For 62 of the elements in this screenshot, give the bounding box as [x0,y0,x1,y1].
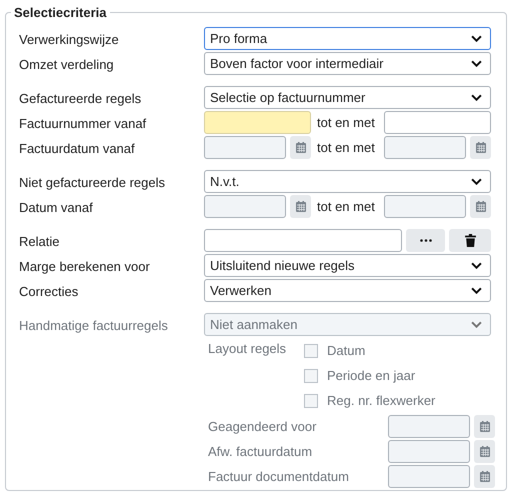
field-label: Marge berekenen voor [19,258,151,274]
field-label: Handmatige factuurregels [19,317,169,333]
panel-title: Selectiecriteria [13,5,108,20]
ellipsis-icon [420,239,432,242]
dropdown[interactable]: Pro forma [204,27,491,50]
field-label: Gefactureerde regels [19,90,142,106]
chevron-down-icon [471,35,482,42]
input-field[interactable] [204,111,311,134]
date-field[interactable] [384,136,466,159]
calendar-icon [296,201,306,212]
trash-icon [464,234,476,247]
field-label: Omzet verdeling [19,56,115,72]
dropdown[interactable]: Selectie op factuurnummer [204,86,491,109]
dropdown[interactable]: N.v.t. [204,170,491,193]
delete-button[interactable] [449,229,491,252]
chevron-down-icon [471,94,482,101]
calendar-icon [480,471,490,482]
input-field[interactable] [204,229,402,252]
date-field[interactable] [204,195,286,218]
date-field[interactable] [384,195,466,218]
calendar-button[interactable] [470,195,491,218]
checkbox-label: Periode en jaar [327,368,416,383]
calendar-button[interactable] [474,415,495,438]
calendar-button[interactable] [474,465,495,488]
date-field[interactable] [388,440,470,463]
chevron-down-icon [471,178,482,185]
date-field[interactable] [204,136,286,159]
chevron-down-icon [471,262,482,269]
chevron-down-icon [471,60,482,67]
calendar-icon [480,446,490,457]
calendar-button[interactable] [290,136,311,159]
section-label: Layout regels [208,340,288,358]
dropdown[interactable]: Verwerken [204,279,491,302]
calendar-icon [476,201,486,212]
calendar-icon [296,142,306,153]
date-field[interactable] [388,465,470,488]
date-field[interactable] [388,415,470,438]
dropdown[interactable]: Boven factor voor intermediair [204,52,491,75]
field-label: Datum vanaf [19,199,94,215]
field-label: Factuur documentdatum [208,469,350,484]
field-label: Factuurnummer vanaf [19,115,148,131]
chevron-down-icon [471,321,482,328]
field-label: Afw. factuurdatum [208,444,314,459]
chevron-down-icon [471,287,482,294]
field-label: Correcties [19,283,80,299]
field-label: Relatie [19,233,60,249]
calendar-icon [480,421,490,432]
calendar-button[interactable] [470,136,491,159]
range-separator: tot en met [316,140,376,155]
calendar-button[interactable] [474,440,495,463]
checkbox-label: Datum [327,343,366,358]
range-separator: tot en met [316,199,376,214]
dropdown[interactable]: Uitsluitend nieuwe regels [204,254,491,277]
field-label: Verwerkingswijze [19,31,120,47]
range-separator: tot en met [316,115,376,130]
calendar-icon [476,142,486,153]
checkbox-label: Reg. nr. flexwerker [327,393,436,408]
field-label: Factuurdatum vanaf [19,140,136,156]
calendar-button[interactable] [290,195,311,218]
field-label: Geagendeerd voor [208,419,318,434]
input-field[interactable] [384,111,491,134]
field-label: Niet gefactureerde regels [19,174,166,190]
